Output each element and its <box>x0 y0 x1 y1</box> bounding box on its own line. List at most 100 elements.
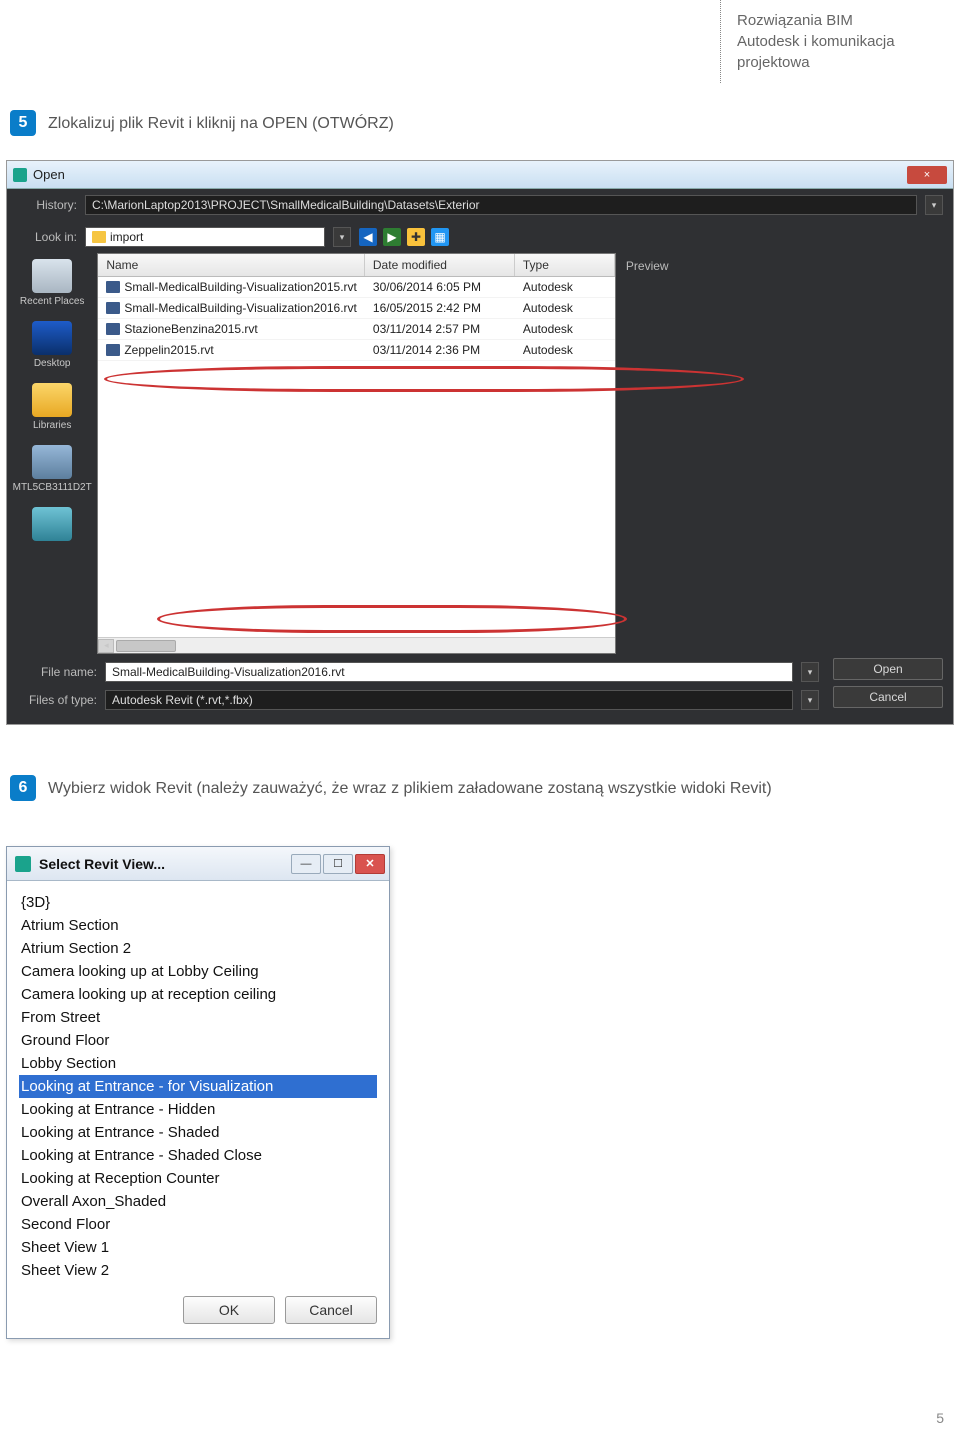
page-header: Rozwiązania BIM Autodesk i komunikacja p… <box>720 0 960 83</box>
file-list: Name Date modified Type Small-MedicalBui… <box>97 253 616 654</box>
view-grid-icon[interactable]: ▦ <box>431 228 449 246</box>
computer-icon <box>32 445 72 479</box>
view-list-item[interactable]: Looking at Entrance - Hidden <box>19 1098 377 1121</box>
place-desktop-label: Desktop <box>34 358 71 369</box>
view-list-item[interactable]: Lobby Section <box>19 1052 377 1075</box>
place-computer[interactable]: MTL5CB3111D2T <box>13 445 92 493</box>
view-list-item[interactable]: Looking at Entrance - Shaded Close <box>19 1144 377 1167</box>
place-recent-label: Recent Places <box>20 296 84 307</box>
preview-pane: Preview <box>616 253 943 654</box>
file-row[interactable]: StazioneBenzina2015.rvt03/11/2014 2:57 P… <box>98 319 615 340</box>
filetype-dropdown-icon[interactable]: ▾ <box>801 690 819 710</box>
ok-button[interactable]: OK <box>183 1296 275 1324</box>
desktop-icon <box>32 321 72 355</box>
libraries-icon <box>32 383 72 417</box>
view-list-item[interactable]: Sheet View 2 <box>19 1259 377 1282</box>
view-list-item[interactable]: Second Floor <box>19 1213 377 1236</box>
filetype-field[interactable]: Autodesk Revit (*.rvt,*.fbx) <box>105 690 793 710</box>
step-5-text: Zlokalizuj plik Revit i kliknij na OPEN … <box>48 110 394 136</box>
place-computer-label: MTL5CB3111D2T <box>13 482 92 493</box>
step-6-text: Wybierz widok Revit (należy zauważyć, że… <box>48 775 772 801</box>
srv-app-icon <box>15 856 31 872</box>
file-type: Autodesk <box>515 319 615 339</box>
select-revit-view-dialog: Select Revit View... — ☐ ✕ {3D}Atrium Se… <box>6 846 390 1339</box>
lookin-value: import <box>110 230 143 244</box>
lookin-label: Look in: <box>17 230 77 244</box>
view-list-item[interactable]: Camera looking up at Lobby Ceiling <box>19 960 377 983</box>
view-list-item[interactable]: Looking at Entrance - for Visualization <box>19 1075 377 1098</box>
view-list-item[interactable]: {3D} <box>19 891 377 914</box>
header-line1: Rozwiązania BIM <box>737 10 956 31</box>
page-number: 5 <box>936 1410 944 1426</box>
ftp-icon <box>32 507 72 541</box>
history-row: History: C:\MarionLaptop2013\PROJECT\Sma… <box>7 189 953 221</box>
history-field[interactable]: C:\MarionLaptop2013\PROJECT\SmallMedical… <box>85 195 917 215</box>
view-list-item[interactable]: Atrium Section <box>19 914 377 937</box>
view-list: {3D}Atrium SectionAtrium Section 2Camera… <box>7 881 389 1286</box>
places-bar: Recent Places Desktop Libraries MTL5CB31… <box>7 253 97 654</box>
up-icon[interactable]: ▶ <box>383 228 401 246</box>
view-list-item[interactable]: Looking at Reception Counter <box>19 1167 377 1190</box>
col-type[interactable]: Type <box>515 254 615 276</box>
folder-icon <box>92 231 106 243</box>
file-list-header: Name Date modified Type <box>98 254 615 277</box>
recent-places-icon <box>32 259 72 293</box>
app-logo-icon <box>13 168 27 182</box>
col-date[interactable]: Date modified <box>365 254 515 276</box>
view-list-item[interactable]: Sheet View 1 <box>19 1236 377 1259</box>
place-libraries-label: Libraries <box>33 420 71 431</box>
srv-titlebar: Select Revit View... — ☐ ✕ <box>7 847 389 881</box>
history-dropdown-icon[interactable]: ▾ <box>925 195 943 215</box>
view-list-item[interactable]: From Street <box>19 1006 377 1029</box>
file-date: 30/06/2014 6:05 PM <box>365 277 515 297</box>
close-button[interactable]: × <box>907 166 947 184</box>
open-button[interactable]: Open <box>833 658 943 680</box>
view-list-item[interactable]: Atrium Section 2 <box>19 937 377 960</box>
srv-title: Select Revit View... <box>39 856 165 872</box>
place-desktop[interactable]: Desktop <box>32 321 72 369</box>
close-button[interactable]: ✕ <box>355 854 385 874</box>
step-6: 6 Wybierz widok Revit (należy zauważyć, … <box>10 775 930 801</box>
place-libraries[interactable]: Libraries <box>32 383 72 431</box>
step-5: 5 Zlokalizuj plik Revit i kliknij na OPE… <box>10 110 394 136</box>
maximize-button[interactable]: ☐ <box>323 854 353 874</box>
minimize-button[interactable]: — <box>291 854 321 874</box>
view-list-item[interactable]: Looking at Entrance - Shaded <box>19 1121 377 1144</box>
view-list-item[interactable]: Ground Floor <box>19 1029 377 1052</box>
lookin-field[interactable]: import <box>85 227 325 247</box>
lookin-dropdown-icon[interactable]: ▾ <box>333 227 351 247</box>
cancel-button[interactable]: Cancel <box>833 686 943 708</box>
place-recent[interactable]: Recent Places <box>20 259 84 307</box>
file-row[interactable]: Zeppelin2015.rvt03/11/2014 2:36 PMAutode… <box>98 340 615 361</box>
new-folder-icon[interactable]: ✚ <box>407 228 425 246</box>
filename-field[interactable]: Small-MedicalBuilding-Visualization2016.… <box>105 662 793 682</box>
file-row[interactable]: Small-MedicalBuilding-Visualization2016.… <box>98 298 615 319</box>
file-type: Autodesk <box>515 298 615 318</box>
file-name: Small-MedicalBuilding-Visualization2015.… <box>124 280 357 294</box>
rvt-file-icon <box>106 302 120 314</box>
filetype-label: Files of type: <box>17 693 97 707</box>
lookin-row: Look in: import ▾ ◀ ▶ ✚ ▦ <box>7 221 953 253</box>
open-title: Open <box>33 167 65 182</box>
filename-label: File name: <box>17 665 97 679</box>
back-icon[interactable]: ◀ <box>359 228 377 246</box>
rvt-file-icon <box>106 281 120 293</box>
file-row[interactable]: Small-MedicalBuilding-Visualization2015.… <box>98 277 615 298</box>
file-name: Zeppelin2015.rvt <box>124 343 213 357</box>
view-list-item[interactable]: Overall Axon_Shaded <box>19 1190 377 1213</box>
place-ftp[interactable] <box>32 507 72 544</box>
horizontal-scrollbar[interactable]: ◂ <box>98 637 615 653</box>
view-list-item[interactable]: Camera looking up at reception ceiling <box>19 983 377 1006</box>
file-name: Small-MedicalBuilding-Visualization2016.… <box>124 301 357 315</box>
cancel-button[interactable]: Cancel <box>285 1296 377 1324</box>
scroll-thumb[interactable] <box>116 640 176 652</box>
file-type: Autodesk <box>515 277 615 297</box>
step-5-number: 5 <box>10 110 36 136</box>
open-file-dialog: Open × History: C:\MarionLaptop2013\PROJ… <box>6 160 954 725</box>
col-name[interactable]: Name <box>98 254 365 276</box>
file-type: Autodesk <box>515 340 615 360</box>
rvt-file-icon <box>106 323 120 335</box>
scroll-left-icon[interactable]: ◂ <box>98 639 114 653</box>
toolbar-icons: ◀ ▶ ✚ ▦ <box>359 228 449 246</box>
filename-dropdown-icon[interactable]: ▾ <box>801 662 819 682</box>
